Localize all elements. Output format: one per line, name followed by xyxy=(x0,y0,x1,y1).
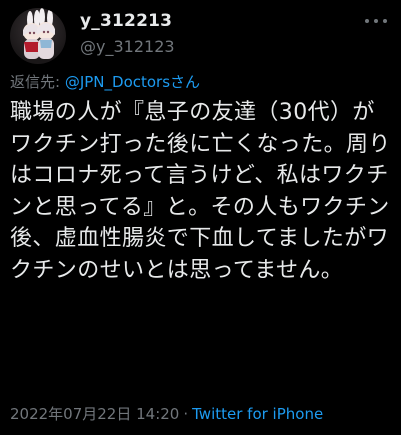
tweet-text: 職場の人が『息子の友達（30代）がワクチン打った後に亡くなった。周りはコロナ死っ… xyxy=(10,100,391,283)
tweet-source-link[interactable]: Twitter for iPhone xyxy=(192,405,323,423)
more-dot-icon xyxy=(365,19,369,23)
more-dot-icon xyxy=(383,19,387,23)
tweet-timestamp[interactable]: 2022年07月22日 14:20 xyxy=(10,405,179,423)
reply-to-line: 返信先: @JPN_Doctorsさん xyxy=(10,72,200,92)
tweet-meta: 2022年07月22日 14:20 · Twitter for iPhone xyxy=(10,404,323,424)
more-dot-icon xyxy=(374,19,378,23)
reply-to-prefix: 返信先: xyxy=(10,73,65,91)
more-options-icon[interactable] xyxy=(365,14,387,28)
user-handle[interactable]: @y_312123 xyxy=(80,36,175,58)
meta-separator: · xyxy=(183,405,189,423)
anime-character-avatar-icon xyxy=(23,8,55,59)
reply-mention-link[interactable]: @JPN_Doctorsさん xyxy=(65,73,200,91)
user-names: y_312213 @y_312123 xyxy=(80,10,175,58)
display-name[interactable]: y_312213 xyxy=(80,10,175,32)
tweet-header: y_312213 @y_312123 xyxy=(10,8,391,64)
avatar[interactable] xyxy=(10,8,66,64)
tweet-card: y_312213 @y_312123 返信先: @JPN_Doctorsさん 職… xyxy=(0,0,401,435)
